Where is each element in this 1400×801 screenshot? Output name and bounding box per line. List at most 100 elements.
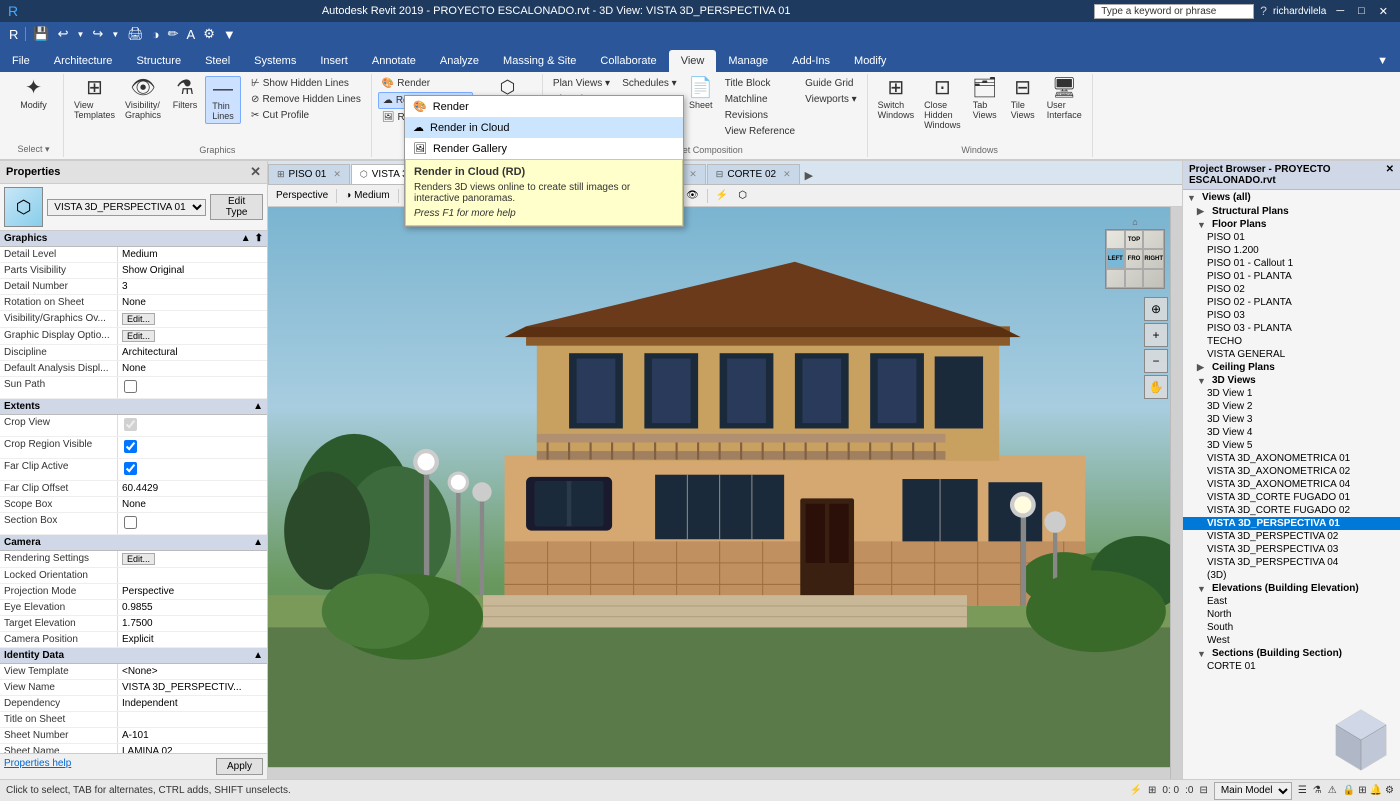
remove-hidden-lines-btn[interactable]: ⊘Remove Hidden Lines <box>247 92 365 107</box>
pb-3d-default[interactable]: (3D) <box>1183 569 1400 582</box>
pb-perspectiva04[interactable]: VISTA 3D_PERSPECTIVA 04 <box>1183 556 1400 569</box>
tab-corte02[interactable]: ⊟ CORTE 02 ✕ <box>707 164 800 184</box>
prop-graphic-display-value[interactable]: Edit... <box>118 328 267 344</box>
pb-perspectiva02[interactable]: VISTA 3D_PERSPECTIVA 02 <box>1183 530 1400 543</box>
prop-sheet-number-value[interactable]: A-101 <box>118 728 267 743</box>
pb-close-btn[interactable]: ✕ <box>1386 164 1394 186</box>
prop-far-clip-active-value[interactable] <box>118 459 267 480</box>
visibility-graphics-btn[interactable]: 👁 Visibility/Graphics <box>121 76 165 122</box>
tab-architecture[interactable]: Architecture <box>42 50 125 72</box>
vc-reveal-hidden-btn[interactable]: 👁 <box>682 189 703 202</box>
render-btn[interactable]: 🎨Render <box>378 76 473 91</box>
prop-visibility-graphics-value[interactable]: Edit... <box>118 311 267 327</box>
tab-massing-site[interactable]: Massing & Site <box>491 50 588 72</box>
text-btn[interactable]: A <box>184 26 199 43</box>
thin-lines-btn[interactable]: — ThinLines <box>205 76 241 124</box>
tab-more-btn[interactable]: ▶ <box>801 167 817 184</box>
revisions-btn[interactable]: Revisions <box>721 108 799 123</box>
title-block-btn[interactable]: Title Block <box>721 76 799 91</box>
vc-scale-btn[interactable]: Perspective <box>272 189 332 202</box>
pb-piso03[interactable]: PISO 03 <box>1183 309 1400 322</box>
pb-corte01[interactable]: CORTE 01 <box>1183 660 1400 673</box>
camera-section-header[interactable]: Camera ▲ <box>0 535 267 551</box>
prop-view-template-value[interactable]: <None> <box>118 664 267 679</box>
pb-piso01-callout1[interactable]: PISO 01 - Callout 1 <box>1183 257 1400 270</box>
tab-analyze[interactable]: Analyze <box>428 50 491 72</box>
pb-3dview2[interactable]: 3D View 2 <box>1183 400 1400 413</box>
undo-btn[interactable]: ↩ <box>55 25 72 43</box>
pb-3dview3[interactable]: 3D View 3 <box>1183 413 1400 426</box>
tab-view[interactable]: View <box>669 50 717 72</box>
pb-sections[interactable]: ▼ Sections (Building Section) <box>1183 647 1400 660</box>
nav-cube-face-top[interactable]: TOP <box>1125 230 1144 249</box>
tab-file[interactable]: File <box>0 50 42 72</box>
pb-west[interactable]: West <box>1183 634 1400 647</box>
pb-piso01[interactable]: PISO 01 <box>1183 231 1400 244</box>
pb-perspectiva03[interactable]: VISTA 3D_PERSPECTIVA 03 <box>1183 543 1400 556</box>
zoom-full-btn[interactable]: ⊕ <box>1144 297 1168 321</box>
pb-3dview1[interactable]: 3D View 1 <box>1183 387 1400 400</box>
close-button[interactable]: ✕ <box>1375 5 1392 18</box>
tab-add-ins[interactable]: Add-Ins <box>780 50 842 72</box>
prop-section-box-value[interactable] <box>118 513 267 534</box>
vc-highlight-displacement-btn[interactable]: ⬡ <box>734 189 751 202</box>
pb-south[interactable]: South <box>1183 621 1400 634</box>
viewport-scroll-bottom[interactable] <box>268 767 1170 779</box>
section-box-checkbox[interactable] <box>124 516 137 529</box>
dropdown-render-cloud-item[interactable]: ☁ Render in Cloud <box>405 117 683 138</box>
zoom-in-btn[interactable]: + <box>1144 323 1168 347</box>
prop-discipline-value[interactable]: Architectural <box>118 345 267 360</box>
tab-corte02-close[interactable]: ✕ <box>783 169 791 180</box>
schedules-btn[interactable]: Schedules ▾ <box>618 76 681 91</box>
tab-structure[interactable]: Structure <box>124 50 193 72</box>
pb-axon01[interactable]: VISTA 3D_AXONOMETRICA 01 <box>1183 452 1400 465</box>
edit-type-btn[interactable]: Edit Type <box>210 194 263 220</box>
viewport-scroll-right[interactable] <box>1170 207 1182 779</box>
design-options-btn[interactable]: ☰ <box>1298 785 1307 796</box>
tab-insert[interactable]: Insert <box>308 50 360 72</box>
redo-dropdown-btn[interactable]: ▼ <box>108 29 122 40</box>
user-interface-btn[interactable]: 🖥 UserInterface <box>1043 76 1086 122</box>
graphics-section-header[interactable]: Graphics ▲ ⬆ <box>0 231 267 247</box>
workset-icon[interactable]: ⊞ <box>1148 785 1156 796</box>
search-box[interactable]: Type a keyword or phrase <box>1094 4 1254 19</box>
prop-rendering-settings-value[interactable]: Edit... <box>118 551 267 567</box>
tab-views-btn[interactable]: 🗂 TabViews <box>967 76 1003 122</box>
nav-cube-face-tl[interactable] <box>1106 230 1125 249</box>
view-reference-btn[interactable]: View Reference <box>721 124 799 139</box>
pb-north[interactable]: North <box>1183 608 1400 621</box>
model-selector[interactable]: Main Model <box>1214 782 1292 800</box>
nav-cube-face-front[interactable]: FRO <box>1125 249 1144 268</box>
tile-views-btn[interactable]: ⊟ TileViews <box>1005 76 1041 122</box>
pb-piso03-planta[interactable]: PISO 03 - PLANTA <box>1183 322 1400 335</box>
pb-elevations[interactable]: ▼ Elevations (Building Elevation) <box>1183 582 1400 595</box>
properties-help-link[interactable]: Properties help <box>4 758 71 775</box>
redo-btn[interactable]: ↪ <box>89 25 106 43</box>
pb-piso01-planta[interactable]: PISO 01 - PLANTA <box>1183 270 1400 283</box>
nav-cube-face-bl[interactable] <box>1106 269 1125 288</box>
sync-icon[interactable]: ⚡ <box>1130 785 1142 796</box>
filter-icon[interactable]: ⚗ <box>1313 785 1322 796</box>
maximize-button[interactable]: □ <box>1354 5 1369 17</box>
settings-icon[interactable]: ⚙ <box>200 25 218 43</box>
prop-camera-position-value[interactable]: Explicit <box>118 632 267 647</box>
pb-floor-plans[interactable]: ▼ Floor Plans <box>1183 218 1400 231</box>
pb-3d-views[interactable]: ▼ 3D Views <box>1183 374 1400 387</box>
cut-profile-btn[interactable]: ✂Cut Profile <box>247 108 365 123</box>
tag-btn[interactable]: ✏ <box>165 25 182 43</box>
pan-btn[interactable]: ✋ <box>1144 375 1168 399</box>
pb-perspectiva01[interactable]: VISTA 3D_PERSPECTIVA 01 <box>1183 517 1400 530</box>
show-hidden-lines-btn[interactable]: ⊬Show Hidden Lines <box>247 76 365 91</box>
pb-axon04[interactable]: VISTA 3D_AXONOMETRICA 04 <box>1183 478 1400 491</box>
pb-3dview4[interactable]: 3D View 4 <box>1183 426 1400 439</box>
nav-cube-grid[interactable]: TOP LEFT FRO RIGHT <box>1105 229 1165 289</box>
prop-far-clip-offset-value[interactable]: 60.4429 <box>118 481 267 496</box>
nav-cube-face-bottom[interactable] <box>1125 269 1144 288</box>
sheet-btn[interactable]: 📄 Sheet <box>683 76 719 112</box>
plan-views-btn[interactable]: Plan Views ▾ <box>549 76 616 91</box>
minimize-button[interactable]: ─ <box>1332 5 1348 17</box>
crop-view-checkbox[interactable] <box>124 418 137 431</box>
matchline-btn[interactable]: Matchline <box>721 92 799 107</box>
prop-detail-number-value[interactable]: 3 <box>118 279 267 294</box>
prop-crop-view-value[interactable] <box>118 415 267 436</box>
